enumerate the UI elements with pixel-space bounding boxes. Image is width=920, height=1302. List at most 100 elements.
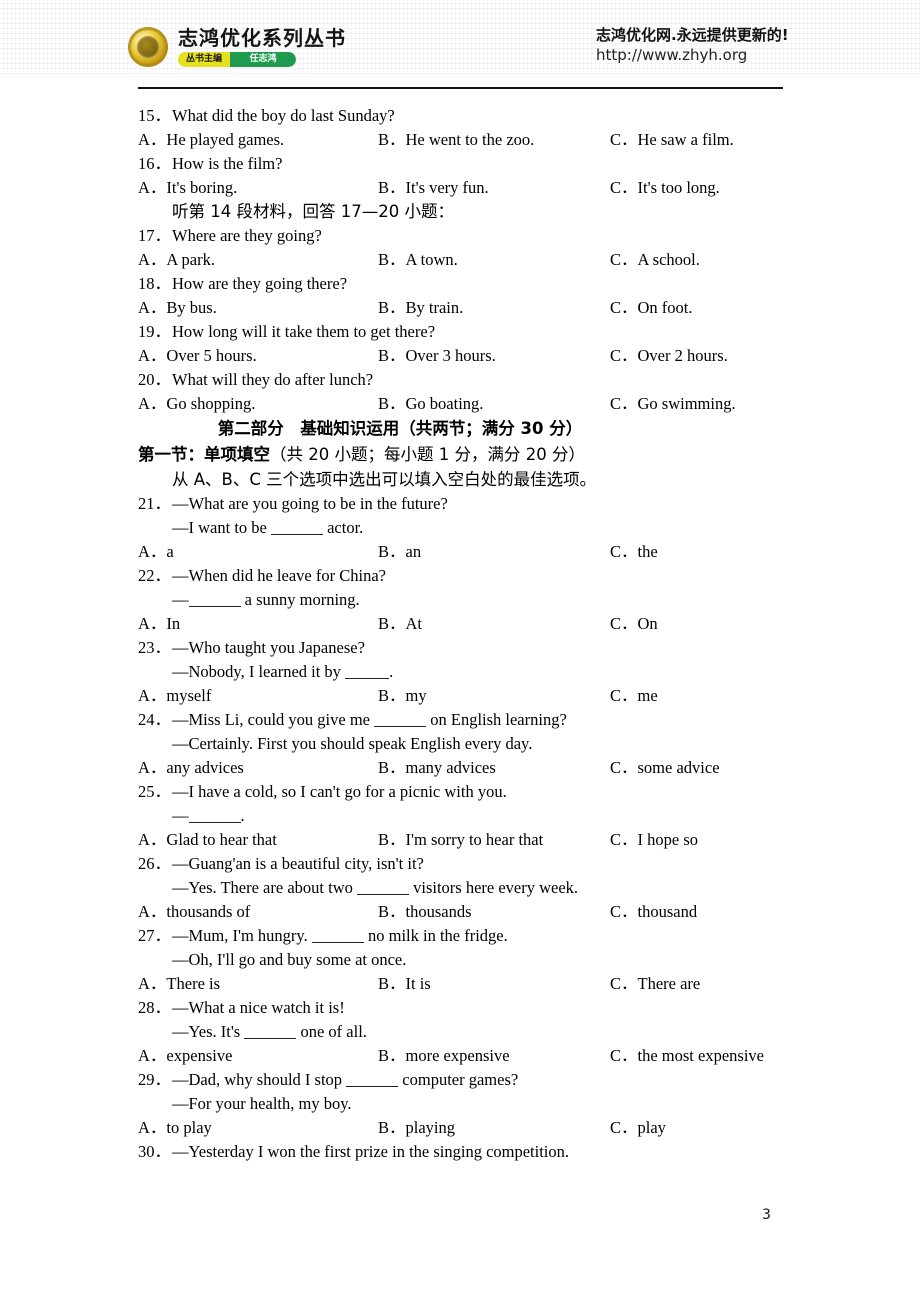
option-letter: C．: [610, 346, 638, 365]
option-text: It's very fun.: [405, 178, 489, 197]
option-letter: A．: [138, 394, 167, 413]
option-letter: B．: [378, 1046, 406, 1065]
question-text-post: computer games?: [398, 1070, 519, 1089]
option-text: I hope so: [637, 830, 699, 849]
option-c[interactable]: C．I hope so: [610, 828, 698, 852]
option-text: I'm sorry to hear that: [405, 830, 544, 849]
option-text: Over 2 hours.: [637, 346, 728, 365]
option-c[interactable]: C．some advice: [610, 756, 720, 780]
option-text: an: [405, 542, 422, 561]
section-heading: 第一节：单项填空（共 20 小题；每小题 1 分，满分 20 分）: [0, 442, 920, 468]
option-letter: C．: [610, 178, 638, 197]
option-letter: A．: [138, 1046, 167, 1065]
option-a[interactable]: A．By bus.: [138, 296, 217, 320]
option-a[interactable]: A．myself: [138, 684, 211, 708]
option-b[interactable]: B．Go boating.: [378, 392, 483, 416]
option-a[interactable]: A．A park.: [138, 248, 215, 272]
option-b[interactable]: B．At: [378, 612, 422, 636]
option-a[interactable]: A．a: [138, 540, 174, 564]
editor-name-pill: 任志鸿: [230, 52, 296, 67]
option-letter: B．: [378, 974, 406, 993]
option-a[interactable]: A．Go shopping.: [138, 392, 255, 416]
option-letter: B．: [378, 178, 406, 197]
answer-blank[interactable]: [356, 880, 409, 895]
option-c[interactable]: C．me: [610, 684, 658, 708]
option-a[interactable]: A．thousands of: [138, 900, 250, 924]
option-c[interactable]: C．Over 2 hours.: [610, 344, 728, 368]
question-text-pre: —Nobody, I learned it by: [172, 662, 346, 681]
part-heading: 第二部分 基础知识运用（共两节；满分 30 分）: [217, 419, 583, 438]
question-stem: 22．—When did he leave for China?: [0, 564, 920, 588]
option-c[interactable]: C．A school.: [610, 248, 700, 272]
option-text: Go swimming.: [637, 394, 736, 413]
option-b[interactable]: B．my: [378, 684, 427, 708]
promo-url: http://www.zhyh.org: [596, 46, 748, 64]
option-text: the: [637, 542, 658, 561]
site-promo: 志鸿优化网.永远提供更新的! http://www.zhyh.org: [596, 26, 896, 65]
question-text-post: .: [240, 806, 245, 825]
option-b[interactable]: B．By train.: [378, 296, 463, 320]
option-b[interactable]: B．many advices: [378, 756, 496, 780]
option-c[interactable]: C．play: [610, 1116, 666, 1140]
answer-blank[interactable]: [244, 1024, 297, 1039]
document-body: 15．What did the boy do last Sunday? A．He…: [0, 104, 920, 1164]
option-c[interactable]: C．He saw a film.: [610, 128, 734, 152]
option-letter: A．: [138, 686, 167, 705]
option-b[interactable]: B．A town.: [378, 248, 458, 272]
editor-role-pill: 丛书主编: [178, 52, 230, 67]
page-number: 3: [762, 1207, 771, 1223]
option-b[interactable]: B．It is: [378, 972, 431, 996]
question-text: —Yesterday I won the first prize in the …: [172, 1142, 570, 1161]
answer-blank[interactable]: [188, 592, 241, 607]
answer-blank[interactable]: [345, 664, 390, 679]
option-a[interactable]: A．any advices: [138, 756, 244, 780]
option-letter: C．: [610, 614, 638, 633]
question-stem-line2: —Certainly. First you should speak Engli…: [172, 734, 533, 753]
answer-blank[interactable]: [346, 1072, 399, 1087]
option-a[interactable]: A．Glad to hear that: [138, 828, 277, 852]
answer-blank[interactable]: [270, 520, 323, 535]
question-text: What will they do after lunch?: [172, 370, 374, 389]
option-c[interactable]: C．On: [610, 612, 658, 636]
option-b[interactable]: B．more expensive: [378, 1044, 510, 1068]
option-a[interactable]: A．Over 5 hours.: [138, 344, 257, 368]
answer-blank[interactable]: [311, 928, 364, 943]
publisher-logo: 志鸿优化系列丛书 丛书主编 任志鸿: [128, 24, 346, 70]
option-letter: C．: [610, 542, 638, 561]
option-c[interactable]: C．thousand: [610, 900, 697, 924]
answer-blank[interactable]: [374, 712, 427, 727]
question-stem: 21．—What are you going to be in the futu…: [0, 492, 920, 516]
option-a[interactable]: A．It's boring.: [138, 176, 237, 200]
question-stem-line2: —I want to be actor.: [0, 516, 920, 540]
option-c[interactable]: C．It's too long.: [610, 176, 720, 200]
option-c[interactable]: C．On foot.: [610, 296, 693, 320]
option-b[interactable]: B．He went to the zoo.: [378, 128, 534, 152]
option-row: A．Go shopping. B．Go boating. C．Go swimmi…: [0, 392, 920, 416]
option-a[interactable]: A．In: [138, 612, 180, 636]
option-b[interactable]: B．It's very fun.: [378, 176, 489, 200]
option-text: myself: [166, 686, 212, 705]
option-b[interactable]: B．Over 3 hours.: [378, 344, 496, 368]
section-instruction: 从 A、B、C 三个选项中选出可以填入空白处的最佳选项。: [172, 470, 597, 489]
option-c[interactable]: C．the most expensive: [610, 1044, 764, 1068]
option-letter: C．: [610, 394, 638, 413]
option-row: A．thousands of B．thousands C．thousand: [0, 900, 920, 924]
option-a[interactable]: A．to play: [138, 1116, 212, 1140]
option-a[interactable]: A．He played games.: [138, 128, 284, 152]
option-b[interactable]: B．thousands: [378, 900, 472, 924]
question-text-pre: —Yes. It's: [172, 1022, 245, 1041]
option-a[interactable]: A．There is: [138, 972, 220, 996]
option-text: me: [637, 686, 658, 705]
option-c[interactable]: C．There are: [610, 972, 700, 996]
question-text-post: .: [389, 662, 394, 681]
section-heading-bold: 第一节：单项填空: [138, 445, 270, 464]
option-b[interactable]: B．playing: [378, 1116, 455, 1140]
answer-blank[interactable]: [188, 808, 241, 823]
option-a[interactable]: A．expensive: [138, 1044, 232, 1068]
question-stem: 29．—Dad, why should I stop computer game…: [0, 1068, 920, 1092]
option-c[interactable]: C．the: [610, 540, 658, 564]
question-number: 17．: [138, 226, 171, 245]
option-b[interactable]: B．I'm sorry to hear that: [378, 828, 543, 852]
option-c[interactable]: C．Go swimming.: [610, 392, 736, 416]
option-b[interactable]: B．an: [378, 540, 421, 564]
